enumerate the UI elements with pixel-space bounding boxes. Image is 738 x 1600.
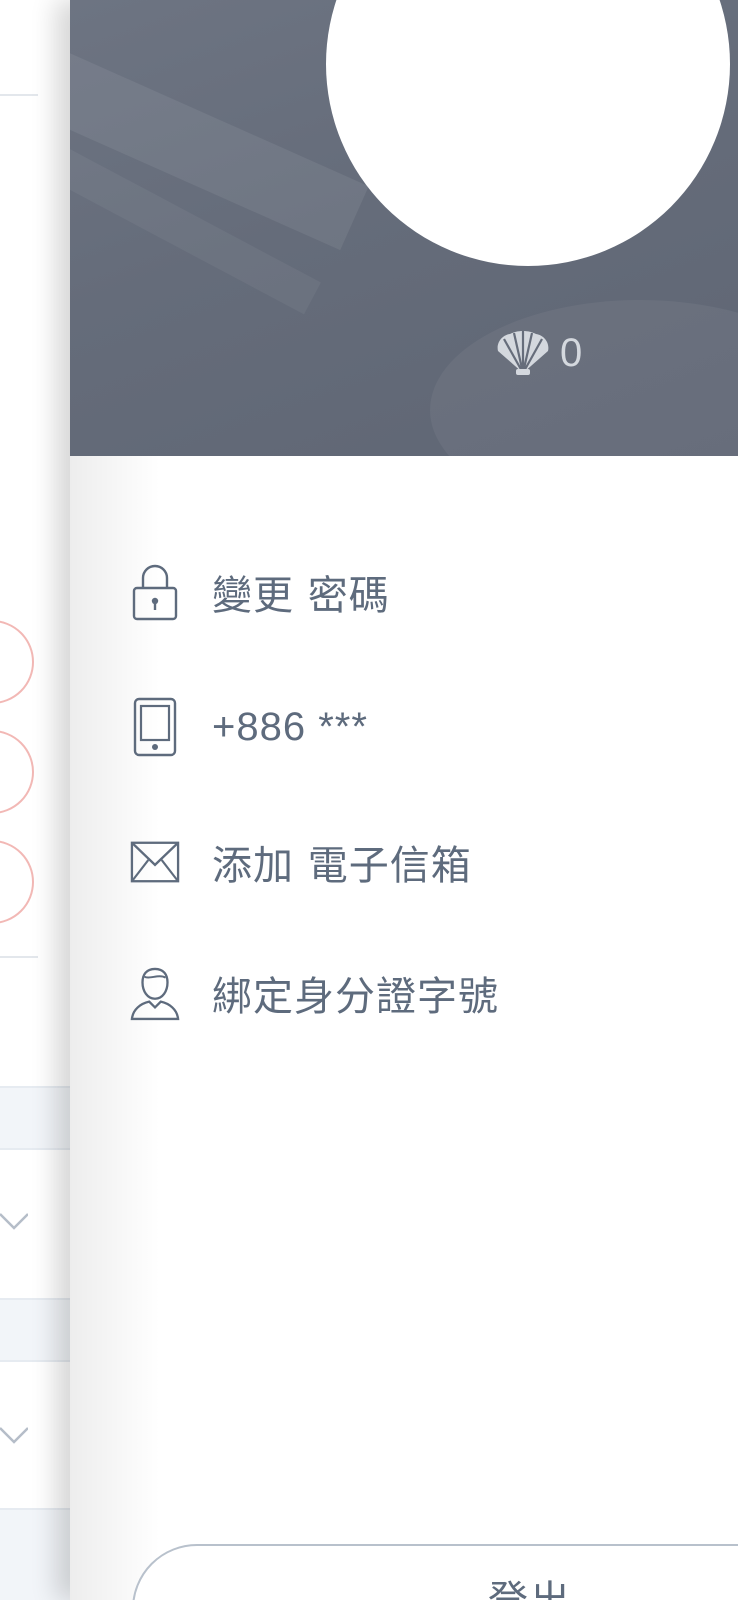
avatar[interactable] bbox=[326, 0, 730, 266]
change-password-item[interactable]: 變更 密碼 bbox=[130, 557, 690, 627]
lock-icon bbox=[130, 561, 180, 623]
bind-id-number-label: 綁定身分證字號 bbox=[212, 974, 499, 1020]
background-section-header bbox=[0, 1508, 70, 1600]
mail-icon bbox=[130, 831, 180, 893]
chevron-down-icon bbox=[0, 1427, 28, 1444]
add-email-item[interactable]: 添加 電子信箱 bbox=[130, 827, 690, 897]
shell-icon bbox=[497, 331, 549, 375]
header-decoration bbox=[430, 300, 738, 456]
background-page bbox=[0, 0, 70, 1600]
phone-icon bbox=[130, 696, 180, 758]
background-section-header bbox=[0, 1298, 70, 1362]
background-divider bbox=[0, 956, 38, 958]
background-circle-option bbox=[0, 620, 34, 704]
add-email-label: 添加 電子信箱 bbox=[212, 843, 472, 889]
user-icon bbox=[130, 962, 180, 1024]
profile-header: 0 bbox=[70, 0, 738, 456]
points-value: 0 bbox=[560, 331, 583, 375]
chevron-down-icon bbox=[0, 1213, 28, 1230]
drawer-shadow bbox=[70, 456, 160, 1600]
logout-button[interactable]: 登出 bbox=[132, 1544, 738, 1600]
background-circle-option bbox=[0, 840, 34, 924]
phone-number-item[interactable]: +886 *** bbox=[130, 692, 690, 762]
phone-number-label: +886 *** bbox=[212, 704, 368, 749]
background-divider bbox=[0, 94, 38, 96]
logout-label: 登出 bbox=[488, 1568, 572, 1600]
points-balance: 0 bbox=[494, 328, 582, 378]
background-section-header bbox=[0, 1086, 70, 1150]
change-password-label: 變更 密碼 bbox=[212, 573, 390, 619]
header-decoration bbox=[70, 39, 369, 251]
bind-id-number-item[interactable]: 綁定身分證字號 bbox=[130, 958, 690, 1028]
background-circle-option bbox=[0, 730, 34, 814]
account-drawer: 0 變更 密碼 +886 *** 添加 電子信箱 綁定身分證字號 bbox=[70, 0, 738, 1600]
